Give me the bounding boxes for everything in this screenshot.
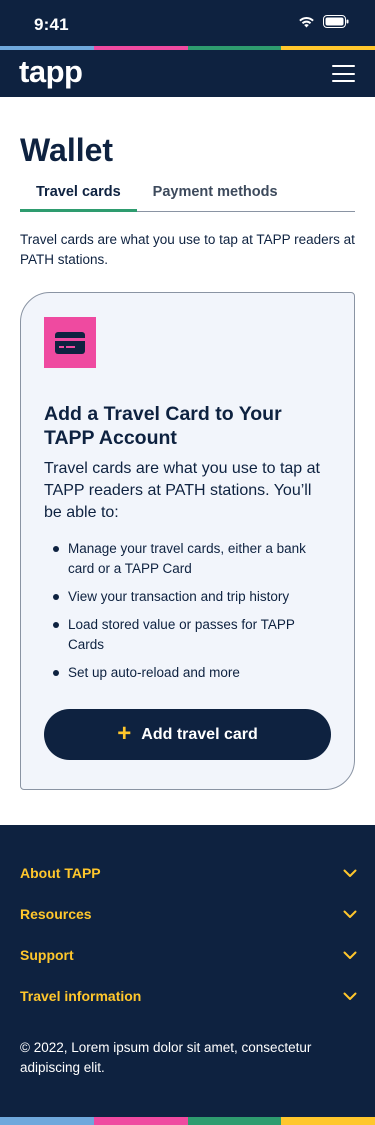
stripe-segment-blue [0, 1117, 94, 1125]
copyright-text: © 2022, Lorem ipsum dolor sit amet, cons… [20, 1040, 312, 1075]
hamburger-menu-icon[interactable] [332, 65, 355, 82]
card-description: Travel cards are what you use to tap at … [44, 460, 320, 521]
stripe-segment-green [187, 1117, 282, 1125]
benefits-list: Manage your travel cards, either a bank … [44, 539, 331, 683]
card-title: Add a Travel Card to Your TAPP Account [44, 403, 282, 449]
wallet-tabs: Travel cards Payment methods [20, 180, 355, 212]
tab-travel-cards[interactable]: Travel cards [20, 180, 137, 212]
brand-stripe-bottom [0, 1117, 375, 1125]
chevron-down-icon [343, 869, 357, 877]
add-travel-card-label: Add travel card [141, 725, 258, 743]
footer-section-label: Resources [20, 906, 92, 922]
chevron-down-icon [343, 910, 357, 918]
status-time: 9:41 [34, 15, 69, 34]
footer-section-resources[interactable]: Resources [20, 906, 357, 922]
site-footer: About TAPP Resources Support Travel info… [0, 825, 375, 1125]
page-title: Wallet [20, 132, 114, 168]
tapp-logo[interactable]: tapp [19, 56, 83, 88]
wifi-icon [299, 16, 314, 27]
footer-section-label: Support [20, 947, 74, 963]
add-travel-card-button[interactable]: + Add travel card [44, 709, 331, 760]
chevron-down-icon [343, 992, 357, 1000]
stripe-segment-yellow [281, 1117, 375, 1125]
intro-text: Travel cards are what you use to tap at … [20, 232, 355, 267]
list-item: Load stored value or passes for TAPP Car… [44, 615, 331, 655]
list-item: Set up auto-reload and more [44, 663, 331, 683]
status-bar: 9:41 [0, 0, 375, 46]
status-icons [298, 15, 349, 28]
battery-icon [323, 15, 349, 28]
main-content: Wallet Travel cards Payment methods Trav… [0, 132, 375, 790]
footer-section-label: About TAPP [20, 865, 101, 881]
tab-payment-methods[interactable]: Payment methods [137, 180, 294, 212]
add-travel-card-panel: Add a Travel Card to Your TAPP Account T… [20, 292, 355, 790]
footer-section-support[interactable]: Support [20, 947, 357, 963]
footer-section-label: Travel information [20, 988, 142, 1004]
chevron-down-icon [343, 951, 357, 959]
footer-section-travel-information[interactable]: Travel information [20, 988, 357, 1004]
footer-section-about[interactable]: About TAPP [20, 865, 357, 881]
stripe-segment-pink [93, 1117, 188, 1125]
list-item: View your transaction and trip history [44, 587, 331, 607]
credit-card-icon [44, 317, 96, 368]
site-header: tapp [0, 50, 375, 97]
list-item: Manage your travel cards, either a bank … [44, 539, 331, 579]
plus-icon: + [117, 719, 132, 747]
